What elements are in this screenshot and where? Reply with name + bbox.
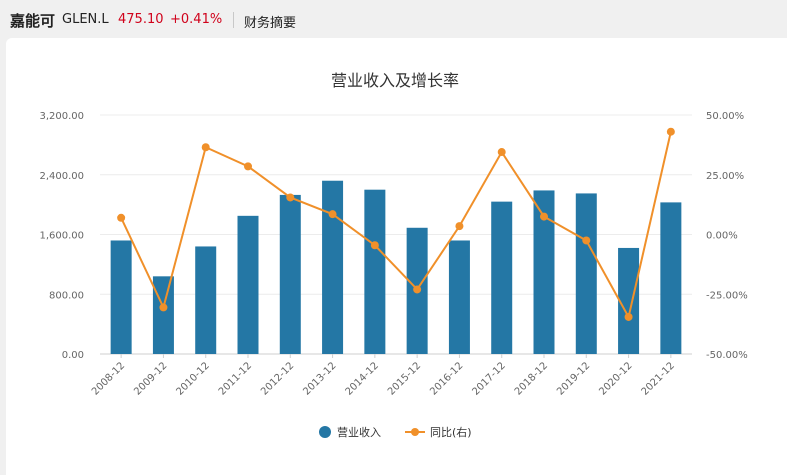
revenue-bar[interactable] bbox=[491, 201, 513, 354]
x-axis-tick-label: 2017-12 bbox=[471, 360, 508, 397]
legend-bar-label[interactable]: 营业收入 bbox=[337, 425, 381, 439]
revenue-growth-chart: 营业收入及增长率 0.00 800.00 1,600.00 2,400.00 3,200… bbox=[39, 71, 748, 439]
revenue-bar[interactable] bbox=[618, 247, 640, 354]
revenue-bar[interactable] bbox=[364, 189, 386, 354]
left-axis-tick-label: 3,200.00 bbox=[39, 111, 84, 122]
right-axis-tick-label: 0.00% bbox=[706, 231, 738, 242]
left-axis-tick-label: 0.00 bbox=[62, 350, 84, 361]
revenue-bar[interactable] bbox=[237, 215, 259, 354]
revenue-bar[interactable] bbox=[195, 246, 217, 354]
growth-rate-point[interactable] bbox=[201, 143, 210, 152]
growth-rate-point[interactable] bbox=[455, 222, 464, 231]
x-axis-tick-label: 2021-12 bbox=[640, 360, 677, 397]
legend-line-marker[interactable] bbox=[411, 428, 419, 436]
revenue-bar[interactable] bbox=[448, 240, 470, 354]
growth-rate-point[interactable] bbox=[328, 210, 337, 219]
x-axis-tick-label: 2013-12 bbox=[301, 360, 338, 397]
growth-rate-point[interactable] bbox=[413, 285, 422, 294]
x-axis-tick-label: 2009-12 bbox=[132, 360, 169, 397]
growth-rate-point[interactable] bbox=[244, 162, 252, 171]
growth-rate-point[interactable] bbox=[624, 312, 633, 321]
legend-bar-swatch[interactable] bbox=[319, 426, 331, 438]
x-axis-tick-label: 2014-12 bbox=[344, 360, 381, 397]
growth-rate-point[interactable] bbox=[666, 127, 675, 136]
revenue-bar[interactable] bbox=[152, 276, 174, 354]
left-axis-tick-label: 2,400.00 bbox=[39, 171, 84, 182]
growth-rate-point[interactable] bbox=[497, 148, 506, 157]
revenue-bar[interactable] bbox=[110, 240, 132, 354]
revenue-bar[interactable] bbox=[660, 202, 682, 354]
right-axis-tick-label: 50.00% bbox=[706, 111, 744, 122]
right-axis-tick-label: -25.00% bbox=[706, 290, 748, 301]
x-axis-tick-label: 2018-12 bbox=[513, 360, 550, 397]
x-axis-tick-label: 2020-12 bbox=[597, 360, 634, 397]
growth-rate-point[interactable] bbox=[286, 193, 295, 202]
x-axis-tick-label: 2008-12 bbox=[90, 360, 127, 397]
x-axis-tick-label: 2010-12 bbox=[175, 360, 212, 397]
chart-title: 营业收入及增长率 bbox=[331, 71, 459, 90]
growth-rate-point[interactable] bbox=[159, 303, 168, 312]
right-axis-tick-label: 25.00% bbox=[706, 171, 744, 182]
revenue-bar[interactable] bbox=[279, 194, 301, 354]
x-axis-tick-label: 2015-12 bbox=[386, 360, 423, 397]
x-axis-tick-label: 2011-12 bbox=[217, 360, 254, 397]
revenue-bar[interactable] bbox=[322, 180, 344, 354]
left-axis-tick-label: 800.00 bbox=[49, 290, 84, 301]
left-axis-tick-label: 1,600.00 bbox=[39, 231, 84, 242]
x-axis-tick-label: 2019-12 bbox=[555, 360, 592, 397]
revenue-bar[interactable] bbox=[575, 193, 597, 354]
growth-rate-point[interactable] bbox=[370, 241, 379, 250]
legend-line-label[interactable]: 同比(右) bbox=[430, 425, 472, 439]
x-axis-tick-label: 2016-12 bbox=[428, 360, 465, 397]
x-axis-tick-label: 2012-12 bbox=[259, 360, 296, 397]
growth-rate-point[interactable] bbox=[117, 213, 126, 222]
growth-rate-point[interactable] bbox=[540, 212, 548, 221]
right-axis-tick-label: -50.00% bbox=[706, 350, 748, 361]
growth-rate-point[interactable] bbox=[582, 236, 591, 245]
chart-legend: 营业收入 同比(右) bbox=[319, 425, 472, 439]
